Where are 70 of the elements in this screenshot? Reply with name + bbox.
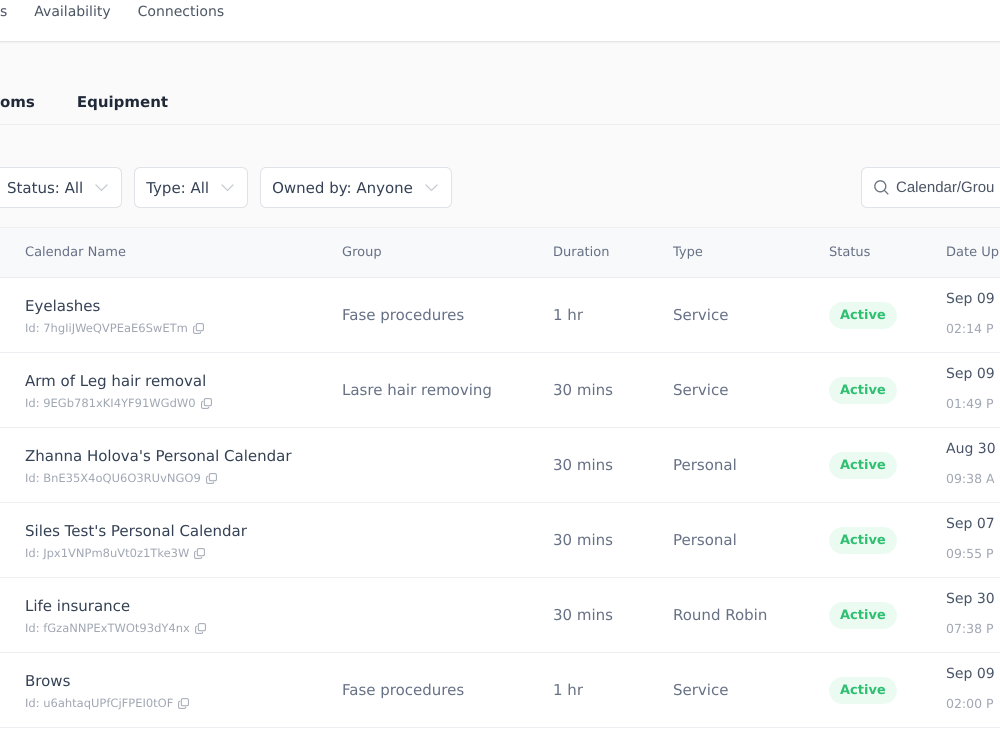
group-text: Fase procedures	[342, 681, 464, 699]
chevron-down-icon	[221, 184, 234, 191]
column-header[interactable]: Date Up	[946, 245, 999, 260]
copy-icon[interactable]	[206, 472, 217, 484]
date-text: Sep 07	[946, 515, 995, 533]
sub-tab[interactable]: oms	[0, 93, 35, 124]
status-badge: Active	[829, 376, 897, 404]
status-badge: Active	[829, 676, 897, 704]
calendar-name: Arm of Leg hair removal	[25, 371, 206, 391]
calendar-name: Siles Test's Personal Calendar	[25, 521, 247, 541]
date-text: Sep 30	[946, 590, 995, 608]
filter-dropdown[interactable]: Owned by: Anyone	[260, 167, 452, 208]
search-field[interactable]: Calendar/Grou	[861, 167, 1000, 208]
group-text: Lasre hair removing	[342, 381, 492, 399]
status-badge: Active	[829, 602, 897, 628]
calendar-id: Id: Jpx1VNPm8uVt0z1Tke3W	[25, 545, 190, 561]
type-text: Personal	[673, 531, 737, 549]
status-badge: Active	[829, 302, 897, 328]
group-text: Fase procedures	[342, 306, 464, 324]
time-text: 01:49 P	[946, 396, 994, 412]
column-header[interactable]: Calendar Name	[25, 245, 126, 260]
calendar-name: Brows	[25, 671, 70, 691]
status-badge: Active	[829, 526, 897, 554]
time-text: 09:55 P	[946, 546, 994, 562]
type-text: Service	[673, 681, 728, 699]
calendar-id: Id: 9EGb781xKI4YF91WGdW0	[25, 395, 196, 411]
duration-text: 30 mins	[553, 606, 613, 624]
nav-tab[interactable]: Availability	[34, 3, 111, 21]
type-text: Service	[673, 306, 728, 324]
copy-icon[interactable]	[192, 322, 204, 334]
nav-tab[interactable]: s	[0, 3, 8, 21]
date-text: Sep 09	[946, 665, 995, 683]
duration-text: 1 hr	[553, 681, 583, 699]
date-text: Sep 09	[946, 290, 995, 308]
calendar-name: Eyelashes	[25, 296, 100, 316]
copy-icon[interactable]	[194, 622, 206, 634]
search-icon	[874, 180, 889, 195]
copy-icon[interactable]	[200, 398, 212, 408]
column-header[interactable]: Status	[829, 245, 870, 260]
type-text: Personal	[673, 456, 737, 474]
duration-text: 30 mins	[553, 381, 613, 399]
calendar-id: Id: fGzaNNPExTWOt93dY4nx	[25, 620, 190, 636]
filter-dropdown[interactable]: Status: All	[0, 167, 122, 208]
sub-tab[interactable]: Equipment	[76, 93, 168, 124]
type-text: Service	[673, 381, 728, 399]
column-header[interactable]: Type	[673, 245, 703, 260]
time-text: 02:14 P	[946, 321, 994, 337]
column-header[interactable]: Duration	[553, 245, 610, 260]
nav-tab[interactable]: Connections	[138, 3, 224, 21]
status-badge: Active	[829, 452, 897, 478]
copy-icon[interactable]	[178, 698, 190, 708]
calendar-id: Id: u6ahtaqUPfCjFPEI0tOF	[25, 695, 174, 711]
duration-text: 30 mins	[553, 456, 613, 474]
duration-text: 30 mins	[553, 531, 613, 549]
time-text: 02:00 P	[946, 696, 994, 712]
calendar-name: Zhanna Holova's Personal Calendar	[25, 446, 292, 466]
column-header[interactable]: Group	[342, 245, 382, 260]
date-text: Aug 30	[946, 440, 996, 458]
duration-text: 1 hr	[553, 306, 583, 324]
copy-icon[interactable]	[194, 548, 206, 558]
chevron-down-icon	[424, 184, 438, 191]
calendar-id: Id: 7hgIiJWeQVPEaE6SwETm	[25, 320, 188, 336]
time-text: 07:38 P	[946, 621, 994, 637]
time-text: 09:38 A	[946, 471, 995, 487]
calendar-name: Life insurance	[25, 596, 130, 616]
date-text: Sep 09	[946, 365, 995, 383]
calendar-id: Id: BnE35X4oQU6O3RUvNGO9	[25, 470, 201, 486]
type-text: Round Robin	[673, 606, 768, 624]
chevron-down-icon	[95, 184, 108, 191]
filter-dropdown[interactable]: Type: All	[134, 167, 248, 208]
